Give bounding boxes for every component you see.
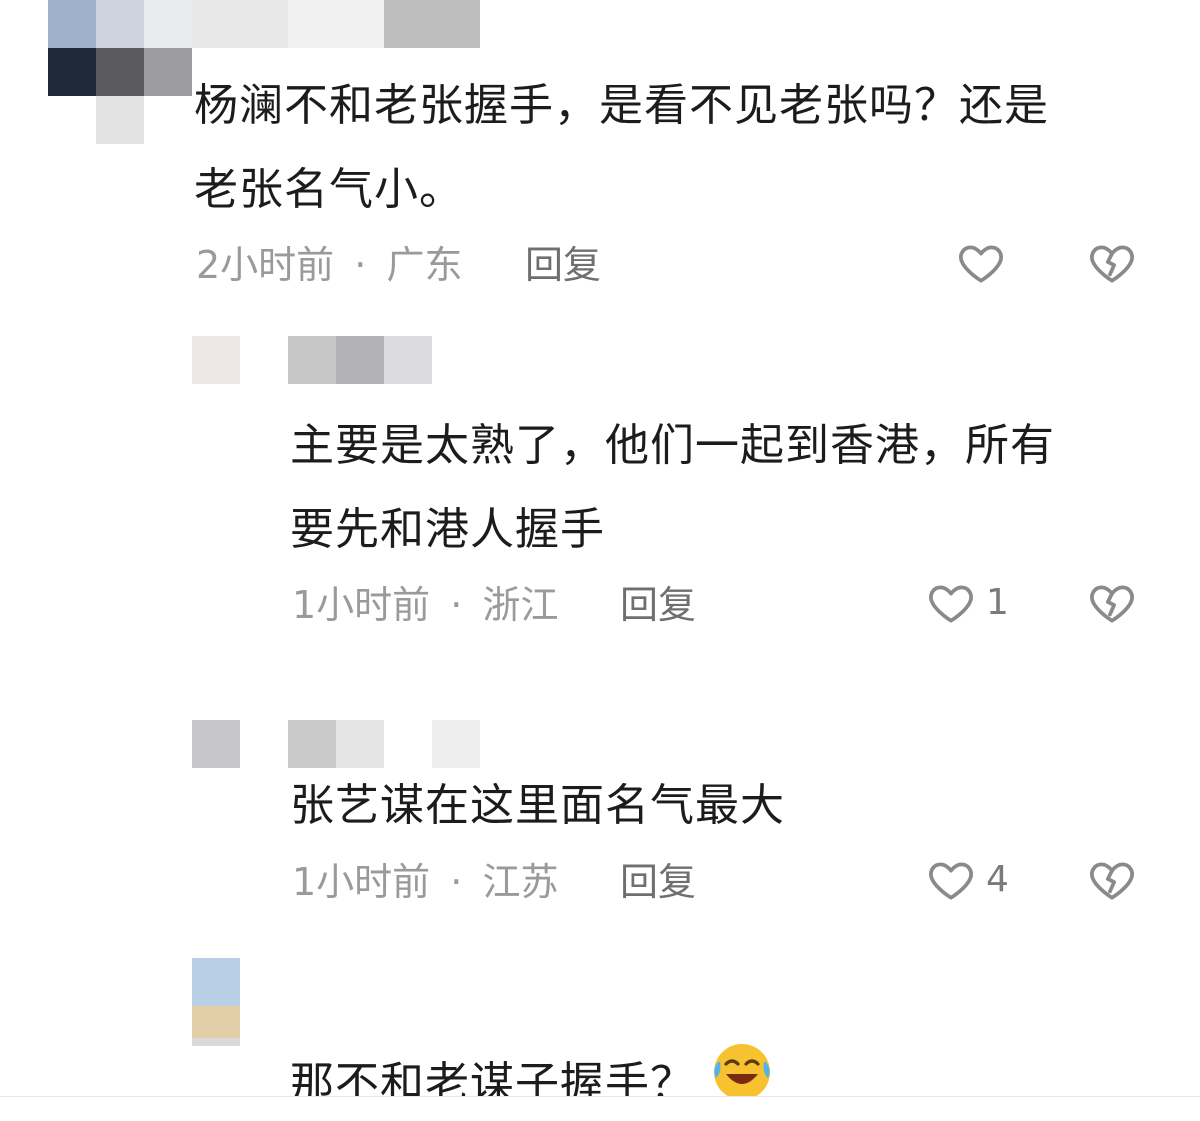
meta-separator: · (450, 583, 463, 627)
comment-meta: 2小时前 · 广东 (196, 241, 462, 289)
like-count: 1 (986, 582, 1009, 623)
avatar[interactable] (48, 0, 192, 144)
reply-button[interactable]: 回复 (620, 858, 696, 906)
comment-text-line: 杨澜不和老张握手，是看不见老张吗？还是 (194, 80, 1049, 131)
meta-separator: · (450, 860, 463, 904)
like-button[interactable] (956, 238, 1006, 288)
username[interactable] (288, 720, 480, 768)
comment-text: 张艺谋在这里面名气最大 (290, 764, 785, 848)
avatar[interactable] (192, 336, 240, 384)
broken-heart-icon (1087, 245, 1137, 292)
comment-text-line: 那不和老谋子握手？ (290, 1058, 695, 1096)
dislike-button[interactable] (1087, 578, 1137, 632)
comment-text: 那不和老谋子握手？ (290, 1040, 774, 1096)
avatar[interactable] (192, 958, 240, 1054)
broken-heart-icon (1087, 585, 1137, 632)
dislike-button[interactable] (1087, 238, 1137, 292)
comment-meta: 1小时前 · 浙江 (292, 581, 558, 629)
reply-item: 张艺谋在这里面名气最大 1小时前 · 江苏 回复 4 (0, 700, 1200, 940)
username[interactable] (288, 336, 432, 384)
comment-meta: 1小时前 · 江苏 (292, 858, 558, 906)
bottom-divider (0, 1096, 1200, 1097)
username[interactable] (192, 0, 480, 48)
comment-time: 2小时前 (196, 243, 335, 287)
heart-outline-icon (956, 238, 1006, 288)
comment-text-line: 主要是太熟了，他们一起到香港，所有 (290, 420, 1055, 471)
meta-separator: · (354, 243, 367, 287)
like-button[interactable]: 4 (926, 855, 1009, 905)
reply-button[interactable]: 回复 (525, 241, 601, 289)
comment-text: 杨澜不和老张握手，是看不见老张吗？还是 老张名气小。 (194, 64, 1049, 232)
comment-item: 杨澜不和老张握手，是看不见老张吗？还是 老张名气小。 2小时前 · 广东 回复 (0, 0, 1200, 310)
comment-location: 广东 (386, 243, 463, 287)
broken-heart-icon (1087, 862, 1137, 909)
comment-text: 主要是太熟了，他们一起到香港，所有 要先和港人握手 (290, 404, 1055, 572)
like-button[interactable]: 1 (926, 578, 1009, 628)
heart-outline-icon (926, 855, 976, 905)
comment-time: 1小时前 (292, 860, 431, 904)
like-count: 4 (986, 859, 1009, 900)
comment-text-line: 老张名气小。 (194, 164, 464, 215)
laughing-crying-emoji (710, 1040, 774, 1096)
dislike-button[interactable] (1087, 855, 1137, 909)
heart-outline-icon (926, 578, 976, 628)
comment-time: 1小时前 (292, 583, 431, 627)
reply-item: 那不和老谋子握手？ (0, 958, 1200, 1096)
comment-location: 江苏 (482, 860, 559, 904)
reply-item: 主要是太熟了，他们一起到香港，所有 要先和港人握手 1小时前 · 浙江 回复 1 (0, 330, 1200, 650)
reply-button[interactable]: 回复 (620, 581, 696, 629)
comment-text-line: 张艺谋在这里面名气最大 (290, 780, 785, 831)
comment-location: 浙江 (482, 583, 559, 627)
comment-text-line: 要先和港人握手 (290, 504, 605, 555)
avatar[interactable] (192, 720, 240, 768)
